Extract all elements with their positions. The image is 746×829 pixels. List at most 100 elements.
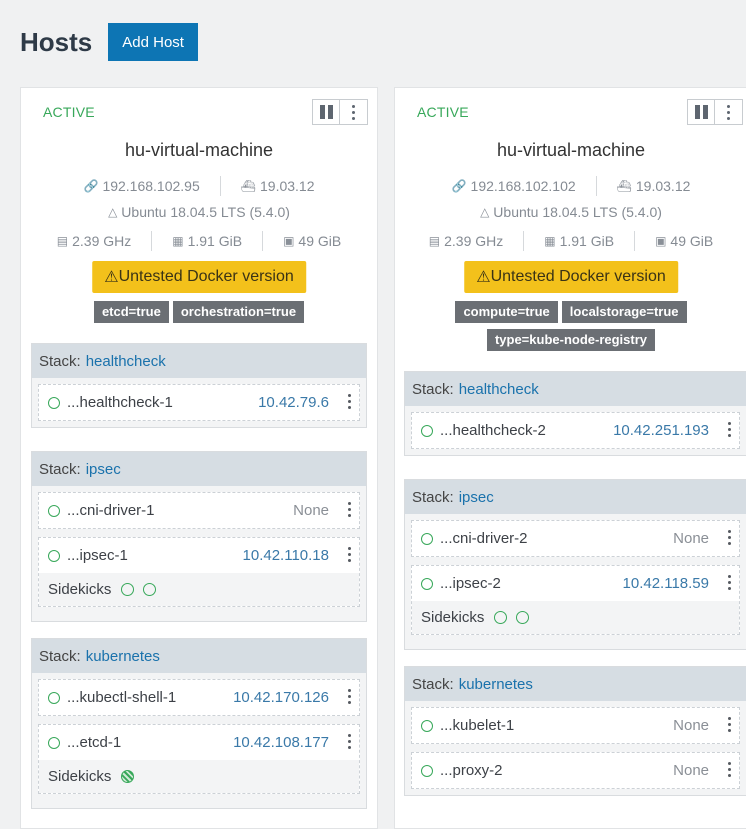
container-row[interactable]: ...ipsec-1 10.42.110.18 (39, 538, 359, 573)
stack-ipsec: Stack: ipsec ...cni-driver-2 None ...ipse… (404, 479, 746, 650)
container-row[interactable]: ...kubectl-shell-1 10.42.170.126 (38, 679, 360, 716)
host-card: ACTIVE hu-virtual-machine 🔗 192.168.102.9… (20, 87, 378, 829)
more-vert-icon[interactable] (728, 530, 731, 545)
host-info-resources: ▤ 2.39 GHz ▦ 1.91 GiB ▣ 49 GiB (395, 231, 746, 251)
container-name: ...etcd-1 (67, 734, 122, 751)
more-vert-icon[interactable] (348, 394, 351, 409)
pause-button[interactable] (687, 99, 715, 125)
container-ip: None (673, 717, 709, 734)
container-ip: 10.42.118.59 (622, 575, 709, 592)
container-name: ...kubelet-1 (440, 717, 515, 734)
stack-healthcheck: Stack: healthcheck ...healthcheck-2 10.42… (404, 371, 746, 456)
pause-icon (319, 105, 333, 119)
stack-header: Stack: healthcheck (405, 372, 746, 406)
host-name: hu-virtual-machine (496, 140, 646, 160)
status-circle-icon (48, 504, 60, 517)
container-name: ...healthcheck-1 (67, 394, 173, 411)
docker-version: 19.03.12 (260, 178, 315, 194)
docker-icon: ⛴ (240, 179, 256, 193)
container-row[interactable]: ...cni-driver-2 None (411, 520, 740, 557)
stack-header: Stack: kubernetes (32, 639, 366, 673)
add-host-button[interactable]: Add Host (108, 23, 198, 61)
host-label: orchestration=true (172, 301, 305, 323)
host-actions (312, 99, 368, 125)
host-label: type=kube-node-registry (486, 329, 656, 351)
more-vert-icon[interactable] (728, 575, 731, 590)
host-label: localstorage=true (561, 301, 687, 323)
container-row[interactable]: ...cni-driver-1 None (38, 492, 360, 529)
container-group: ...etcd-1 10.42.108.177 Sidekicks (38, 724, 360, 794)
docker-warning-badge: ⚠ Untested Docker version (92, 261, 306, 293)
host-storage: 49 GiB (298, 233, 342, 249)
container-name: ...ipsec-2 (440, 575, 501, 592)
container-ip: None (293, 502, 329, 519)
container-name: ...kubectl-shell-1 (67, 689, 177, 706)
memory-icon: ▦ (544, 234, 556, 248)
cpu-icon: ▤ (56, 234, 69, 248)
more-vert-icon[interactable] (348, 547, 351, 562)
host-info-resources: ▤ 2.39 GHz ▦ 1.91 GiB ▣ 49 GiB (21, 231, 377, 251)
sidekick-status-icon[interactable] (516, 611, 530, 624)
status-circle-icon (48, 736, 60, 749)
container-ip: 10.42.170.126 (233, 689, 329, 706)
status-circle-icon (421, 532, 433, 545)
more-vert-icon[interactable] (728, 422, 731, 437)
pause-icon (694, 105, 708, 119)
warning-icon: ⚠ (476, 269, 491, 286)
container-group: ...ipsec-1 10.42.110.18 Sidekicks (38, 537, 360, 607)
sidekick-status-icon[interactable] (494, 611, 508, 624)
more-vert-icon (352, 104, 355, 120)
host-card: ACTIVE hu-virtual-machine 🔗 192.168.102.1… (394, 87, 746, 829)
stack-link[interactable]: kubernetes (459, 676, 533, 693)
host-ip: 192.168.102.95 (102, 178, 200, 194)
pause-button[interactable] (312, 99, 340, 125)
linux-icon: △ (480, 205, 490, 219)
more-vert-icon[interactable] (348, 734, 351, 749)
host-memory: 1.91 GiB (187, 233, 243, 249)
host-info-network: 🔗 192.168.102.102 ⛴ 19.03.12 (395, 176, 746, 196)
container-name: ...proxy-2 (440, 762, 503, 779)
page-title: Hosts (20, 26, 93, 57)
sidekick-status-icon[interactable] (121, 770, 135, 783)
stack-kubernetes: Stack: kubernetes ...kubectl-shell-1 10.4… (31, 638, 367, 809)
host-info-network: 🔗 192.168.102.95 ⛴ 19.03.12 (21, 176, 377, 196)
status-circle-icon (48, 549, 60, 562)
container-row[interactable]: ...healthcheck-2 10.42.251.193 (411, 412, 740, 449)
stack-link[interactable]: healthcheck (459, 381, 539, 398)
stack-link[interactable]: healthcheck (86, 353, 166, 370)
status-circle-icon (48, 396, 60, 409)
container-group: ...ipsec-2 10.42.118.59 Sidekicks (411, 565, 740, 635)
more-vert-icon[interactable] (348, 502, 351, 517)
container-row[interactable]: ...etcd-1 10.42.108.177 (39, 725, 359, 760)
container-ip: 10.42.79.6 (258, 394, 329, 411)
container-ip: None (673, 762, 709, 779)
stack-link[interactable]: kubernetes (86, 648, 160, 665)
stack-link[interactable]: ipsec (459, 489, 494, 506)
stack-healthcheck: Stack: healthcheck ...healthcheck-1 10.42… (31, 343, 367, 428)
more-vert-icon[interactable] (728, 762, 731, 777)
more-vert-icon[interactable] (728, 717, 731, 732)
container-row[interactable]: ...healthcheck-1 10.42.79.6 (38, 384, 360, 421)
docker-icon: ⛴ (616, 179, 632, 193)
sidekick-status-icon[interactable] (121, 583, 135, 596)
more-vert-icon (727, 104, 730, 120)
container-row[interactable]: ...ipsec-2 10.42.118.59 (412, 566, 739, 601)
link-icon: 🔗 (451, 179, 467, 193)
stack-link[interactable]: ipsec (86, 461, 121, 478)
host-state: ACTIVE (417, 104, 469, 120)
container-row[interactable]: ...kubelet-1 None (411, 707, 740, 744)
page-header: Hosts Add Host (20, 22, 198, 62)
host-cpu: 2.39 GHz (72, 233, 132, 249)
stack-header: Stack: ipsec (405, 480, 746, 514)
host-menu-button[interactable] (340, 99, 368, 125)
container-name: ...cni-driver-1 (67, 502, 155, 519)
storage-icon: ▣ (655, 234, 667, 248)
host-actions (687, 99, 743, 125)
host-menu-button[interactable] (715, 99, 743, 125)
host-label: compute=true (455, 301, 558, 323)
host-os: Ubuntu 18.04.5 LTS (5.4.0) (121, 204, 290, 220)
container-row[interactable]: ...proxy-2 None (411, 752, 740, 789)
host-memory: 1.91 GiB (559, 233, 615, 249)
sidekick-status-icon[interactable] (143, 583, 157, 596)
more-vert-icon[interactable] (348, 689, 351, 704)
